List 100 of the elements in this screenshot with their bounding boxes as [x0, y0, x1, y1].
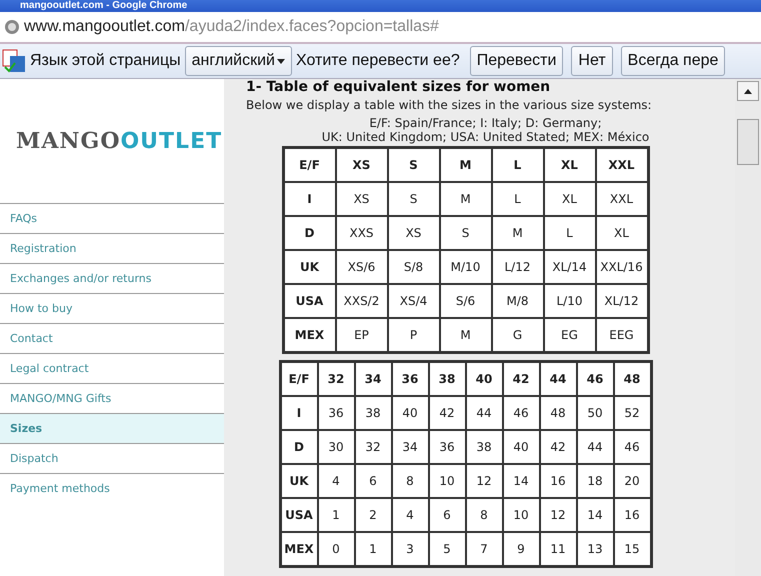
table-cell: 44	[540, 362, 576, 396]
table-cell: 38	[354, 396, 392, 430]
table-cell: L	[492, 182, 544, 216]
table-cell: 5	[428, 532, 466, 566]
table-cell: 16	[614, 498, 650, 532]
table-cell: 4	[318, 464, 354, 498]
table-cell: 15	[614, 532, 650, 566]
table-cell: XXL/16	[596, 250, 648, 284]
table-cell: 46	[614, 430, 650, 464]
translate-label: Язык этой страницы	[30, 52, 181, 70]
table-cell: E/F	[280, 362, 318, 396]
table-cell: MEX	[280, 532, 318, 566]
table-cell: 2	[354, 498, 392, 532]
table-cell: XL/12	[596, 284, 648, 318]
table-cell: 14	[576, 498, 614, 532]
table-cell: M	[492, 216, 544, 250]
table-cell: 1	[318, 498, 354, 532]
table-cell: 32	[318, 362, 354, 396]
table-cell: XXS	[336, 216, 388, 250]
language-dropdown[interactable]: английский	[184, 46, 292, 76]
table-cell: XL	[544, 148, 596, 182]
table-cell: 3	[392, 532, 428, 566]
table-cell: EP	[336, 318, 388, 352]
caret-icon	[276, 58, 285, 64]
table-cell: I	[280, 396, 318, 430]
table-cell: 12	[540, 498, 576, 532]
table-cell: S/8	[388, 250, 440, 284]
table-cell: 11	[540, 532, 576, 566]
table-cell: 8	[392, 464, 428, 498]
table-cell: 0	[318, 532, 354, 566]
table-cell: 36	[428, 430, 466, 464]
table-cell: 50	[576, 396, 614, 430]
url-path: /ayuda2/index.faces?opcion=tallas#	[184, 18, 439, 36]
table-cell: E/F	[284, 148, 336, 182]
table-cell: S	[440, 216, 492, 250]
table-cell: 18	[576, 464, 614, 498]
table-cell: EG	[544, 318, 596, 352]
table-cell: 14	[502, 464, 540, 498]
table-cell: 36	[392, 362, 428, 396]
table-cell: XL	[544, 182, 596, 216]
table-cell: UK	[280, 464, 318, 498]
table-cell: 12	[466, 464, 502, 498]
scrollbar[interactable]	[735, 79, 761, 576]
table-cell: S	[388, 148, 440, 182]
table-cell: 48	[540, 396, 576, 430]
translate-icon	[2, 49, 26, 73]
table-cell: 9	[502, 532, 540, 566]
table-cell: XS	[388, 216, 440, 250]
section-heading: 1- Table of equivalent sizes for women	[246, 79, 550, 95]
table-cell: 34	[354, 362, 392, 396]
translate-button[interactable]: Всегда пере	[620, 46, 726, 76]
table-cell: 10	[428, 464, 466, 498]
translate-question: Хотите перевести ее?	[296, 52, 460, 70]
up-arrow-icon	[744, 88, 752, 94]
table-cell: EEG	[596, 318, 648, 352]
translate-button[interactable]: Перевести	[470, 46, 564, 76]
table-cell: XS/4	[388, 284, 440, 318]
table-cell: M	[440, 148, 492, 182]
table-cell: 30	[318, 430, 354, 464]
table-cell: 42	[428, 396, 466, 430]
table-cell: 46	[576, 362, 614, 396]
table-cell: 10	[502, 498, 540, 532]
table-cell: S/6	[440, 284, 492, 318]
table-cell: D	[280, 430, 318, 464]
table-cell: M	[440, 318, 492, 352]
scroll-thumb[interactable]	[737, 119, 759, 165]
table-cell: XXS/2	[336, 284, 388, 318]
translate-button[interactable]: Нет	[571, 46, 613, 76]
table-cell: XXL	[596, 182, 648, 216]
table-cell: G	[492, 318, 544, 352]
table-cell: 7	[466, 532, 502, 566]
table-cell: UK	[284, 250, 336, 284]
table-cell: L/10	[544, 284, 596, 318]
table-cell: 42	[502, 362, 540, 396]
legend-text: E/F: Spain/France; I: Italy; D: Germany; UK: United Kingdom; USA: United Stated; MEX: México	[320, 116, 650, 144]
table-cell: 32	[354, 430, 392, 464]
table-cell: I	[284, 182, 336, 216]
table-cell: USA	[284, 284, 336, 318]
table-cell: 48	[614, 362, 650, 396]
table-cell: 40	[466, 362, 502, 396]
table-cell: 38	[466, 430, 502, 464]
table-cell: 38	[428, 362, 466, 396]
table-cell: 44	[576, 430, 614, 464]
table-cell: 13	[576, 532, 614, 566]
table-cell: XL	[596, 216, 648, 250]
table-cell: L/12	[492, 250, 544, 284]
globe-icon	[4, 19, 20, 35]
table-cell: 42	[540, 430, 576, 464]
table-cell: M/10	[440, 250, 492, 284]
table-cell: 44	[466, 396, 502, 430]
logo: MANGOOUTLET	[15, 127, 224, 156]
url-domain: www.mangooutlet.com	[24, 18, 185, 36]
sidebar-link[interactable]: Sizes	[0, 413, 224, 443]
table-cell: MEX	[284, 318, 336, 352]
table-cell: P	[388, 318, 440, 352]
table-cell: XXL	[596, 148, 648, 182]
table-cell: XL/14	[544, 250, 596, 284]
table-cell: L	[492, 148, 544, 182]
table-cell: D	[284, 216, 336, 250]
table-cell: 46	[502, 396, 540, 430]
